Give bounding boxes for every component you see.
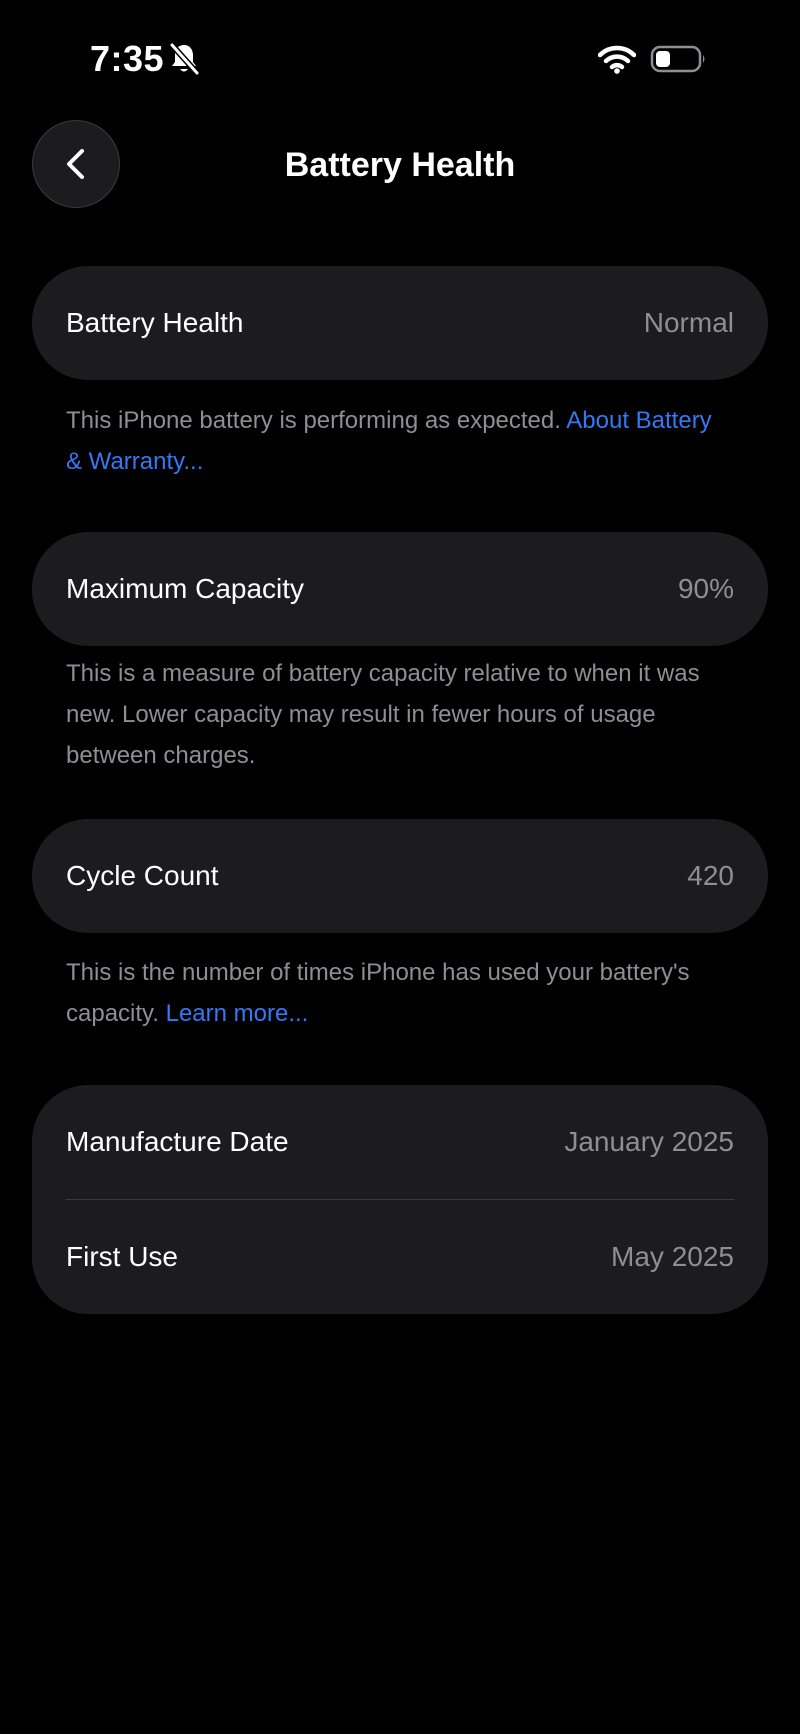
cycle-count-value: 420 [687,860,734,891]
battery-health-note-text: This iPhone battery is performing as exp… [66,407,567,434]
cycle-count-note-text: This is the number of times iPhone has u… [66,959,690,1027]
maximum-capacity-value: 90% [677,573,734,604]
bell-slash-icon [169,42,200,76]
battery-icon [650,45,705,73]
battery-health-card: Battery Health Normal [32,266,768,380]
first-use-label: First Use [66,1241,178,1272]
first-use-row: First Use May 2025 [32,1200,768,1314]
page-title: Battery Health [284,146,516,184]
battery-health-value: Normal [643,307,734,338]
dates-card: Manufacture Date January 2025 First Use … [32,1085,768,1314]
first-use-value: May 2025 [611,1241,734,1272]
status-time: 7:35 [90,38,165,79]
status-bar: 7:35 [0,0,800,118]
learn-more-link[interactable]: Learn more... [166,1000,309,1027]
maximum-capacity-label: Maximum Capacity [66,573,305,604]
maximum-capacity-row: Maximum Capacity 90% [32,532,768,646]
manufacture-date-row: Manufacture Date January 2025 [32,1085,768,1199]
battery-health-note: This iPhone battery is performing as exp… [66,400,716,482]
manufacture-date-value: January 2025 [564,1126,734,1157]
maximum-capacity-card: Maximum Capacity 90% [32,532,768,646]
cycle-count-card: Cycle Count 420 [32,819,768,933]
manufacture-date-label: Manufacture Date [66,1126,289,1157]
wifi-icon [598,45,636,74]
battery-health-row: Battery Health Normal [32,266,768,380]
cycle-count-note: This is the number of times iPhone has u… [66,952,716,1034]
battery-health-label: Battery Health [66,307,244,338]
cycle-count-row: Cycle Count 420 [32,819,768,933]
maximum-capacity-note: This is a measure of battery capacity re… [66,660,700,769]
cycle-count-label: Cycle Count [66,860,219,891]
